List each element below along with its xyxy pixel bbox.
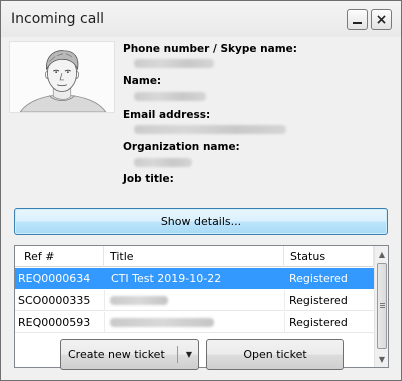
cell-ref: SCO0000335 bbox=[18, 294, 91, 307]
table-row[interactable]: REQ0000593 Registered bbox=[15, 312, 374, 333]
cell-title-redacted bbox=[110, 318, 214, 327]
vertical-scrollbar[interactable]: ▲ ▼ bbox=[374, 246, 388, 367]
cell-status: Registered bbox=[289, 294, 348, 307]
scroll-up-arrow-icon[interactable]: ▲ bbox=[375, 246, 388, 262]
split-button-divider bbox=[177, 346, 178, 363]
open-ticket-button[interactable]: Open ticket bbox=[206, 339, 344, 370]
create-new-ticket-label: Create new ticket bbox=[68, 348, 165, 361]
create-new-ticket-button[interactable]: Create new ticket ▼ bbox=[60, 339, 199, 370]
job-title-label: Job title: bbox=[123, 173, 174, 185]
phone-value-redacted bbox=[134, 59, 214, 68]
table-header: Ref # Title Status bbox=[15, 246, 374, 267]
incoming-call-window: Incoming call × Phone number / Skype nam… bbox=[0, 0, 402, 381]
scrollbar-thumb[interactable] bbox=[377, 263, 387, 349]
close-button[interactable]: × bbox=[371, 9, 392, 30]
minimize-icon bbox=[353, 22, 362, 24]
column-header-ref[interactable]: Ref # bbox=[15, 246, 104, 267]
cell-title-redacted bbox=[110, 296, 168, 305]
window-title: Incoming call bbox=[11, 11, 105, 27]
cell-ref: REQ0000634 bbox=[18, 272, 91, 285]
cell-ref: REQ0000593 bbox=[18, 316, 91, 329]
organization-value-redacted bbox=[134, 158, 192, 167]
organization-label: Organization name: bbox=[123, 141, 240, 153]
cell-status: Registered bbox=[289, 272, 348, 285]
name-value-redacted bbox=[134, 92, 206, 101]
email-value-redacted bbox=[134, 125, 286, 134]
show-details-button[interactable]: Show details... bbox=[14, 208, 388, 235]
column-header-status[interactable]: Status bbox=[284, 246, 374, 267]
dialog-content: Phone number / Skype name: Name: Email a… bbox=[1, 37, 401, 380]
table-row[interactable]: REQ0000634 CTI Test 2019-10-22 Registere… bbox=[15, 268, 374, 289]
person-sketch-icon bbox=[10, 42, 114, 112]
dropdown-arrow-icon[interactable]: ▼ bbox=[181, 340, 197, 369]
email-label: Email address: bbox=[123, 109, 211, 121]
cell-status: Registered bbox=[289, 316, 348, 329]
close-icon: × bbox=[375, 11, 388, 28]
cell-title: CTI Test 2019-10-22 bbox=[111, 272, 222, 285]
minimize-button[interactable] bbox=[347, 9, 368, 30]
title-bar[interactable]: Incoming call × bbox=[1, 1, 401, 37]
column-header-title[interactable]: Title bbox=[104, 246, 284, 267]
scroll-down-arrow-icon[interactable]: ▼ bbox=[375, 351, 388, 367]
name-label: Name: bbox=[123, 75, 162, 87]
phone-label: Phone number / Skype name: bbox=[123, 43, 297, 55]
table-row[interactable]: SCO0000335 Registered bbox=[15, 290, 374, 311]
contact-photo bbox=[9, 41, 115, 113]
